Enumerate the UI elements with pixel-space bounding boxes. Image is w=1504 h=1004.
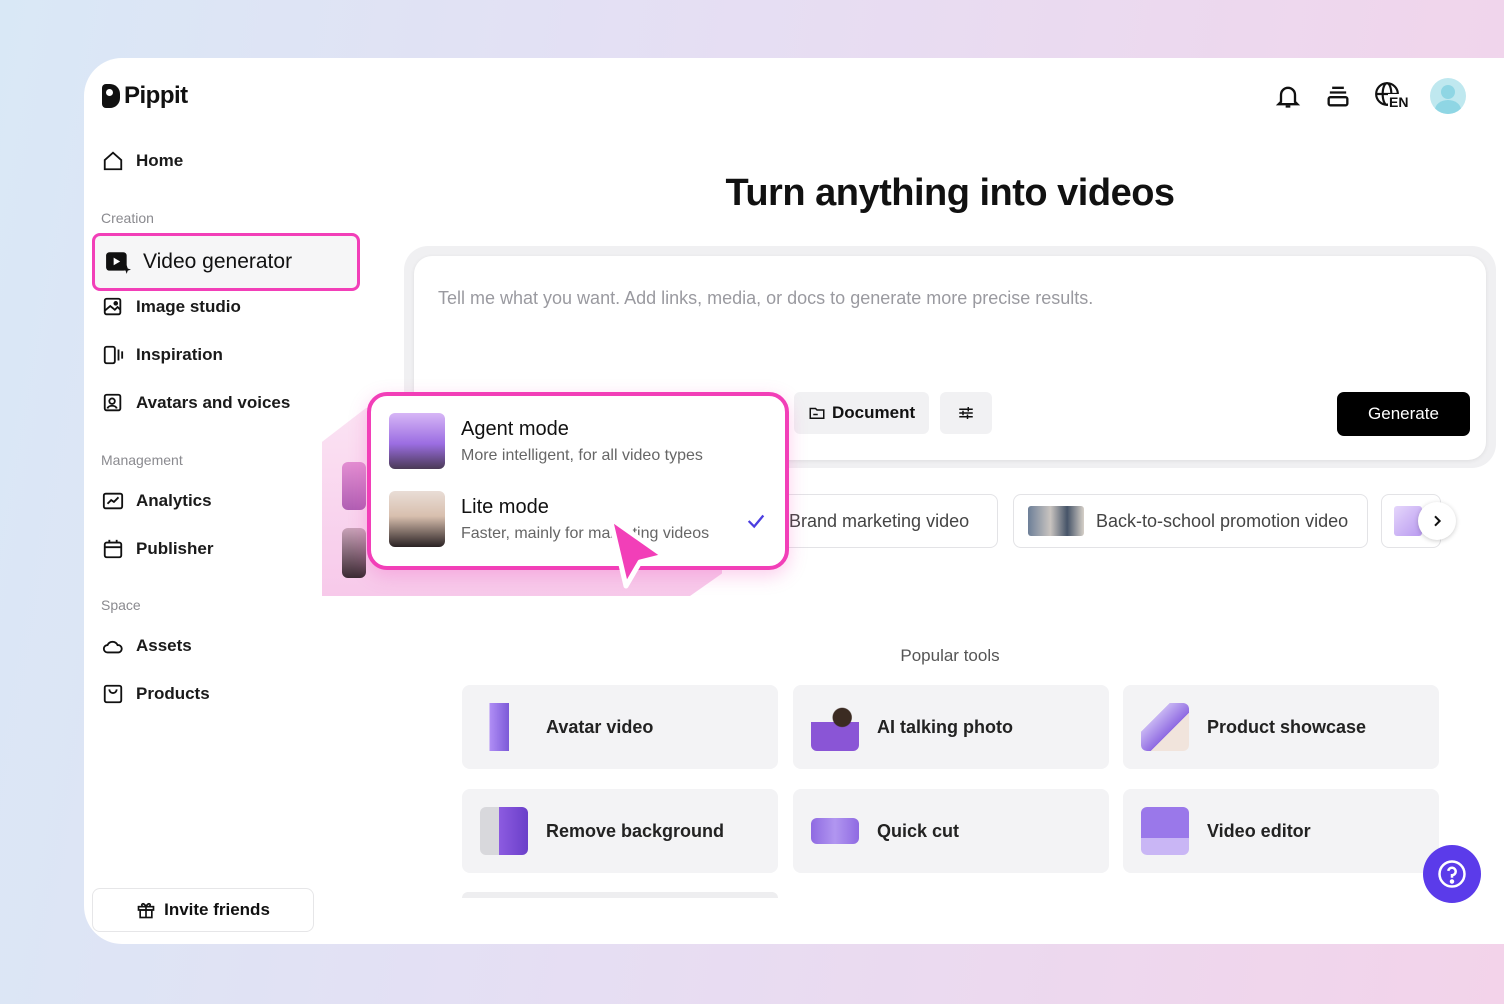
page-title: Turn anything into videos: [725, 172, 1175, 214]
preview-thumbnail: [342, 528, 366, 578]
app-window: Pippit Home Creation Video generator Ima…: [84, 58, 1504, 944]
help-icon: [1438, 860, 1466, 888]
preview-thumbnail: [342, 462, 366, 510]
pippit-logo[interactable]: Pippit: [102, 82, 188, 110]
talking-photo-icon: [811, 703, 859, 751]
sidebar-item-label: Inspiration: [136, 345, 223, 364]
tool-label: AI talking photo: [877, 716, 1013, 737]
language-switcher[interactable]: EN: [1374, 81, 1410, 111]
sidebar-item-label: Image studio: [136, 297, 241, 316]
tool-remove-background[interactable]: Remove background: [462, 789, 778, 873]
tool-label: Product showcase: [1207, 716, 1367, 737]
layers-icon[interactable]: [1324, 82, 1352, 110]
sidebar-item-label: Video generator: [143, 250, 293, 273]
prompt-placeholder[interactable]: Tell me what you want. Add links, media,…: [438, 288, 1093, 309]
settings-button[interactable]: [940, 392, 992, 434]
tool-video-editor[interactable]: Video editor: [1123, 789, 1439, 873]
sliders-icon: [959, 407, 973, 419]
invite-friends-button[interactable]: Invite friends: [92, 888, 314, 932]
language-code: EN: [1388, 94, 1410, 110]
gift-icon: [137, 902, 155, 919]
agent-mode-thumbnail: [389, 413, 445, 469]
sidebar-item-inspiration[interactable]: Inspiration: [102, 344, 223, 366]
inspiration-icon: [103, 345, 124, 365]
remove-background-icon: [480, 807, 528, 855]
sidebar-item-label: Analytics: [136, 491, 212, 510]
sidebar-item-label: Assets: [136, 636, 192, 655]
section-label-space: Space: [101, 597, 141, 613]
tool-label: Avatar video: [546, 716, 654, 737]
product-showcase-icon: [1141, 703, 1189, 751]
suggestion-chip[interactable]: Brand marketing video: [774, 494, 998, 548]
suggestion-label: Brand marketing video: [789, 510, 970, 531]
sidebar-item-video-generator[interactable]: Video generator: [92, 233, 360, 291]
home-icon: [103, 151, 123, 171]
sidebar-item-label: Home: [136, 151, 184, 170]
avatar-video-icon: [480, 703, 528, 751]
products-icon: [103, 684, 123, 704]
tool-label: Quick cut: [877, 820, 960, 841]
image-studio-icon: [103, 297, 122, 316]
avatars-icon: [103, 393, 122, 412]
sidebar-item-publisher[interactable]: Publisher: [102, 538, 213, 560]
mode-option-description: More intelligent, for all video types: [461, 446, 703, 464]
chevron-right-icon: [1434, 515, 1442, 527]
section-label-creation: Creation: [101, 210, 154, 226]
tool-row-partial: [462, 892, 778, 898]
invite-label: Invite friends: [164, 900, 270, 919]
sidebar-item-avatars-voices[interactable]: Avatars and voices: [102, 392, 290, 414]
video-generator-icon: [106, 252, 131, 274]
suggestion-thumbnail: [1028, 506, 1084, 536]
document-label: Document: [832, 403, 916, 422]
analytics-icon: [102, 492, 124, 510]
logo-mark-icon: [102, 84, 120, 108]
tool-quick-cut[interactable]: Quick cut: [793, 789, 1109, 873]
user-avatar[interactable]: [1430, 78, 1466, 114]
assets-icon: [102, 640, 123, 654]
suggestions-next-button[interactable]: [1418, 502, 1456, 540]
mode-option-agent[interactable]: Agent mode More intelligent, for all vid…: [389, 413, 703, 469]
mode-menu: Agent mode More intelligent, for all vid…: [367, 392, 789, 570]
suggestion-label: Back-to-school promotion video: [1096, 510, 1349, 531]
sidebar-item-assets[interactable]: Assets: [102, 635, 192, 657]
lite-mode-thumbnail: [389, 491, 445, 547]
tool-label: Remove background: [546, 820, 725, 841]
help-button[interactable]: [1423, 845, 1481, 903]
tool-ai-talking-photo[interactable]: AI talking photo: [793, 685, 1109, 769]
section-label-management: Management: [101, 452, 183, 468]
sidebar-item-products[interactable]: Products: [102, 683, 210, 705]
sidebar-item-label: Avatars and voices: [136, 393, 291, 412]
document-button[interactable]: Document: [794, 392, 930, 434]
bell-icon[interactable]: [1274, 82, 1302, 110]
quick-cut-icon: [811, 818, 859, 844]
sidebar-item-home[interactable]: Home: [102, 150, 183, 172]
check-icon: [747, 514, 765, 529]
generate-button[interactable]: Generate: [1337, 392, 1470, 436]
publisher-icon: [103, 539, 123, 559]
video-editor-icon: [1141, 807, 1189, 855]
sidebar-item-label: Products: [136, 684, 210, 703]
folder-icon: [809, 407, 825, 419]
tool-avatar-video[interactable]: Avatar video: [462, 685, 778, 769]
mode-option-title: Agent mode: [461, 417, 569, 440]
cursor-icon: [607, 515, 667, 589]
sidebar-item-label: Publisher: [136, 539, 214, 558]
popular-tools-title: Popular tools: [900, 646, 1000, 665]
sidebar-item-image-studio[interactable]: Image studio: [102, 296, 241, 318]
header-toolbar: EN: [1274, 78, 1466, 114]
tool-product-showcase[interactable]: Product showcase: [1123, 685, 1439, 769]
logo-text: Pippit: [124, 82, 188, 109]
tool-label: Video editor: [1207, 820, 1311, 841]
sidebar-item-analytics[interactable]: Analytics: [102, 490, 212, 512]
suggestion-chip[interactable]: Back-to-school promotion video: [1013, 494, 1368, 548]
